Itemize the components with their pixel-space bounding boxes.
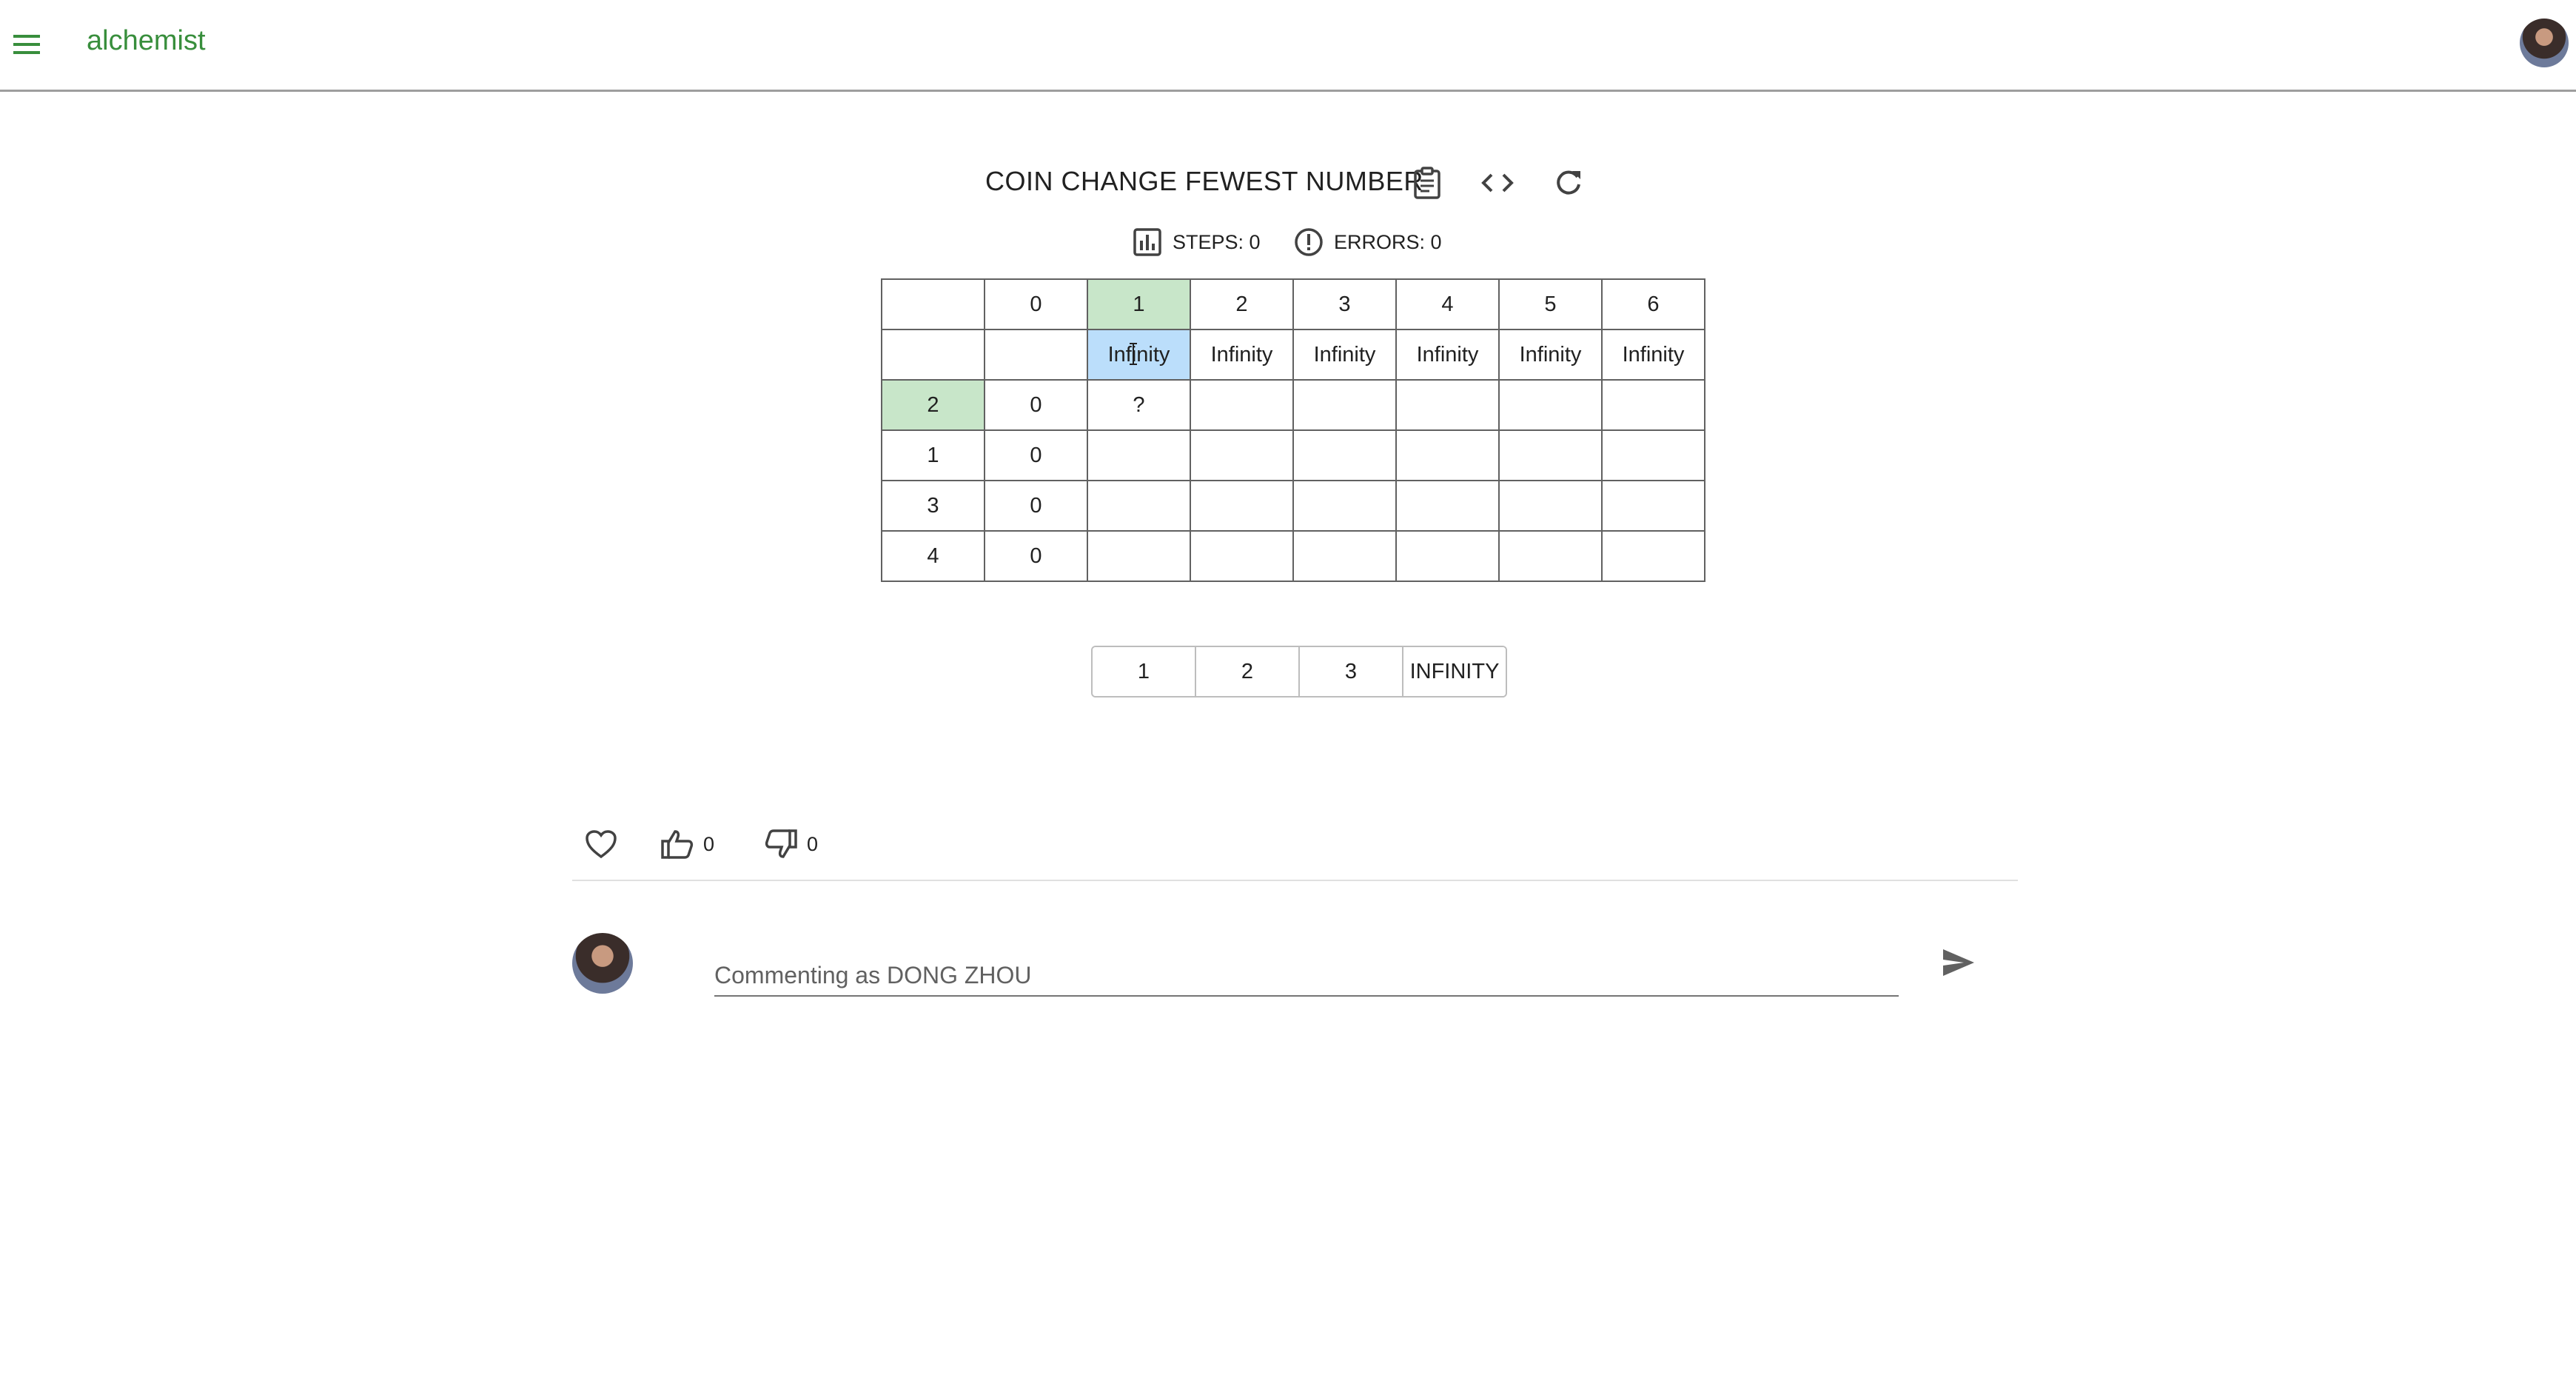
error-icon	[1292, 226, 1325, 258]
brand-title[interactable]: alchemist	[87, 25, 206, 57]
choice-button[interactable]: INFINITY	[1403, 647, 1506, 696]
title-row: COIN CHANGE FEWEST NUMBER	[0, 161, 2576, 203]
table-row: Infinity Infinity Infinity Infinity Infi…	[881, 329, 1705, 381]
dislike-count: 0	[807, 832, 819, 855]
code-button[interactable]	[1479, 164, 1516, 201]
refresh-icon	[1557, 170, 1580, 195]
table-cell	[1498, 530, 1603, 582]
clipboard-icon	[1414, 167, 1440, 199]
table-row: 4 0	[881, 530, 1705, 582]
table-cell: Infinity	[1395, 329, 1500, 381]
table-cell: 1	[1087, 278, 1191, 330]
table-cell	[881, 278, 985, 330]
dislike-button[interactable]: 0	[764, 820, 818, 868]
thumbs-up-icon	[661, 830, 694, 859]
table-cell	[1498, 379, 1603, 431]
menu-icon	[13, 35, 40, 54]
menu-button[interactable]	[7, 25, 46, 64]
choice-button[interactable]: 2	[1196, 647, 1300, 696]
table-cell	[1601, 480, 1705, 532]
table-cell	[1292, 429, 1397, 481]
table-cell	[1087, 429, 1191, 481]
text-cursor-icon	[1130, 343, 1137, 365]
send-icon	[1943, 949, 1974, 976]
table-row: 2 0 ?	[881, 379, 1705, 431]
steps-stat: STEPS: 0	[1131, 224, 1261, 260]
like-count: 0	[703, 832, 715, 855]
table-cell	[1601, 379, 1705, 431]
reactions-bar: 0 0	[585, 820, 2065, 868]
table-cell	[881, 329, 985, 381]
code-icon	[1481, 173, 1514, 193]
table-cell	[984, 329, 1088, 381]
table-row: 0 1 2 3 4 5 6	[881, 278, 1705, 330]
table-cell: 2	[881, 379, 985, 431]
choice-button[interactable]: 1	[1093, 647, 1196, 696]
table-row: 1 0	[881, 429, 1705, 481]
table-cell: 0	[984, 278, 1088, 330]
table-cell	[1292, 379, 1397, 431]
send-button[interactable]	[1938, 942, 1979, 983]
errors-count: ERRORS: 0	[1334, 230, 1442, 253]
table-cell	[1292, 480, 1397, 532]
user-avatar[interactable]	[2520, 19, 2569, 67]
steps-count: STEPS: 0	[1173, 230, 1261, 253]
table-cell: 0	[984, 480, 1088, 532]
table-cell: 6	[1601, 278, 1705, 330]
clipboard-button[interactable]	[1409, 164, 1446, 201]
table-cell	[1498, 480, 1603, 532]
refresh-button[interactable]	[1550, 164, 1587, 201]
dp-table: 0 1 2 3 4 5 6 Infinity Infinity Infinity…	[881, 278, 1705, 582]
page-title: COIN CHANGE FEWEST NUMBER	[985, 166, 1423, 196]
table-cell: Infinity	[1087, 329, 1191, 381]
choice-button[interactable]: 3	[1300, 647, 1403, 696]
table-cell	[1190, 429, 1294, 481]
commenter-avatar	[572, 933, 633, 994]
table-cell: 4	[881, 530, 985, 582]
table-cell	[1087, 480, 1191, 532]
active-cell[interactable]: ?	[1087, 379, 1191, 431]
table-cell: Infinity	[1601, 329, 1705, 381]
table-cell	[1601, 429, 1705, 481]
table-cell	[1395, 530, 1500, 582]
table-cell: 3	[881, 480, 985, 532]
table-cell	[1190, 480, 1294, 532]
table-cell: Infinity	[1498, 329, 1603, 381]
table-cell	[1601, 530, 1705, 582]
app-bar: alchemist	[0, 0, 2576, 92]
table-cell: 0	[984, 530, 1088, 582]
table-cell	[1498, 429, 1603, 481]
favorite-button[interactable]	[585, 820, 617, 868]
table-cell	[1292, 530, 1397, 582]
thumbs-down-icon	[765, 829, 797, 858]
table-cell	[1190, 379, 1294, 431]
table-row: 3 0	[881, 480, 1705, 532]
table-cell	[1087, 530, 1191, 582]
table-cell	[1190, 530, 1294, 582]
like-button[interactable]: 0	[660, 820, 714, 868]
table-cell: 5	[1498, 278, 1603, 330]
table-cell: 2	[1190, 278, 1294, 330]
table-cell: Infinity	[1292, 329, 1397, 381]
table-cell	[1395, 480, 1500, 532]
heart-icon	[586, 830, 617, 859]
divider	[572, 880, 2018, 881]
table-cell: 1	[881, 429, 985, 481]
table-cell	[1395, 429, 1500, 481]
table-cell: 4	[1395, 278, 1500, 330]
table-cell: 3	[1292, 278, 1397, 330]
errors-stat: ERRORS: 0	[1292, 224, 1442, 260]
answer-choices: 1 2 3 INFINITY	[1091, 646, 1507, 698]
table-cell: 0	[984, 429, 1088, 481]
table-cell: Infinity	[1190, 329, 1294, 381]
comment-input[interactable]	[714, 955, 1899, 997]
table-cell	[1395, 379, 1500, 431]
table-cell: 0	[984, 379, 1088, 431]
bar-chart-icon	[1131, 226, 1164, 258]
